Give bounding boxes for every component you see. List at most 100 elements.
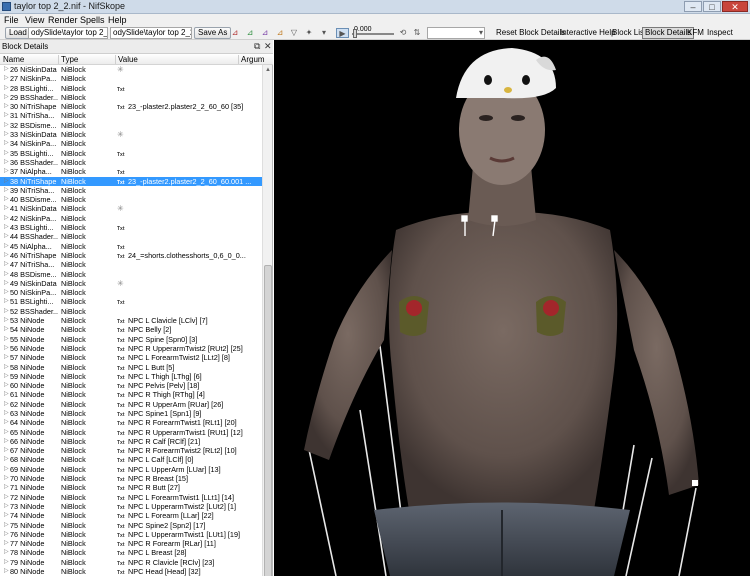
expand-arrow-icon[interactable]: ▷ [4,288,9,297]
tree-row[interactable]: ▷ 37 NiAlpha... NiBlock Txt [0,167,262,176]
expand-arrow-icon[interactable]: ▷ [4,521,9,530]
tree-row[interactable]: ▷ 52 BSShader... NiBlock [0,307,262,316]
expand-arrow-icon[interactable]: ▷ [4,149,9,158]
tree-row[interactable]: ▷ 57 NiNode NiBlock Txt NPC L ForearmTwist2 … [0,353,262,362]
expand-arrow-icon[interactable]: ▷ [4,465,9,474]
expand-arrow-icon[interactable]: ▷ [4,493,9,502]
expand-arrow-icon[interactable]: ▷ [4,214,9,223]
expand-arrow-icon[interactable]: ▷ [4,260,9,269]
tree-row[interactable]: ▷ 74 NiNode NiBlock Txt NPC L Forearm [LLar]… [0,511,262,520]
tree-row[interactable]: ▷ 47 NiTriSha... NiBlock [0,260,262,269]
tree-row[interactable]: ▷ 40 BSDisme... NiBlock [0,195,262,204]
chevron-down-icon[interactable]: ▾ [476,28,486,38]
time-slider-thumb[interactable] [353,29,357,38]
tree-row[interactable]: ▷ 67 NiNode NiBlock Txt NPC R ForearmTwist2 … [0,446,262,455]
tree-row[interactable]: ▷ 70 NiNode NiBlock Txt NPC R Breast [15] [0,474,262,483]
expand-arrow-icon[interactable]: ▷ [4,502,9,511]
tree-row[interactable]: ▷ 59 NiNode NiBlock Txt NPC L Thigh [LThg] [… [0,372,262,381]
render-viewport[interactable] [274,40,750,576]
expand-arrow-icon[interactable]: ▷ [4,177,9,186]
minimize-button[interactable]: ‒ [684,1,702,12]
zoom-tool-icon[interactable]: ⊿ [245,28,255,38]
expand-arrow-icon[interactable]: ▷ [4,428,9,437]
expand-arrow-icon[interactable]: ▷ [4,409,9,418]
save-as-button[interactable]: Save As [194,27,232,39]
expand-arrow-icon[interactable]: ▷ [4,297,9,306]
expand-arrow-icon[interactable]: ▷ [4,251,9,260]
tree-row[interactable]: ▷ 53 NiNode NiBlock Txt NPC L Clavicle [LClv… [0,316,262,325]
tree-row[interactable]: ▷ 49 NiSkinData NiBlock ✳ [0,279,262,288]
expand-arrow-icon[interactable]: ▷ [4,204,9,213]
tree-row[interactable]: ▷ 62 NiNode NiBlock Txt NPC R UpperArm [RUar… [0,400,262,409]
interactive-help-button[interactable]: Interactive Help [558,27,618,39]
tree-row[interactable]: ▷ 79 NiNode NiBlock Txt NPC R Clavicle [RClv… [0,558,262,567]
maximize-button[interactable]: □ [703,1,721,12]
close-panel-icon[interactable]: ✕ [264,41,272,52]
expand-arrow-icon[interactable]: ▷ [4,325,9,334]
column-type[interactable]: Type [61,54,78,65]
tree-row[interactable]: ▷ 41 NiSkinData NiBlock ✳ [0,204,262,213]
tree-row[interactable]: ▷ 46 NiTriShape NiBlock Txt 24_=shorts.cloth… [0,251,262,260]
expand-arrow-icon[interactable]: ▷ [4,186,9,195]
expand-arrow-icon[interactable]: ▷ [4,121,9,130]
tree-row[interactable]: ▷ 30 NiTriShape NiBlock Txt 23_-plaster2.pla… [0,102,262,111]
tree-row[interactable]: ▷ 54 NiNode NiBlock Txt NPC Belly [2] [0,325,262,334]
expand-arrow-icon[interactable]: ▷ [4,130,9,139]
view-front-icon[interactable]: ▽ [289,28,299,38]
expand-arrow-icon[interactable]: ▷ [4,232,9,241]
tree-row[interactable]: ▷ 65 NiNode NiBlock Txt NPC R UpperarmTwist1… [0,428,262,437]
tree-row[interactable]: ▷ 58 NiNode NiBlock Txt NPC L Butt [5] [0,363,262,372]
expand-arrow-icon[interactable]: ▷ [4,530,9,539]
scroll-up-icon[interactable]: ▲ [263,65,273,75]
view-side-icon[interactable]: ✦ [304,28,314,38]
expand-arrow-icon[interactable]: ▷ [4,353,9,362]
tree-row[interactable]: ▷ 28 BSLighti... NiBlock Txt [0,84,262,93]
menu-spells[interactable]: Spells [80,14,105,26]
tree-row[interactable]: ▷ 32 BSDisme... NiBlock [0,121,262,130]
play-icon[interactable]: ▶ [336,28,349,38]
kfm-button[interactable]: KFM [685,27,706,39]
load-button[interactable]: Load [5,27,31,39]
scrollbar-thumb[interactable] [264,265,272,576]
vertical-scrollbar[interactable]: ▲ ▼ [262,65,272,576]
expand-arrow-icon[interactable]: ▷ [4,158,9,167]
tree-row[interactable]: ▷ 42 NiSkinPa... NiBlock [0,214,262,223]
tree-row[interactable]: ▷ 33 NiSkinData NiBlock ✳ [0,130,262,139]
expand-arrow-icon[interactable]: ▷ [4,93,9,102]
menu-render[interactable]: Render [48,14,78,26]
tree-row[interactable]: ▷ 48 BSDisme... NiBlock [0,270,262,279]
tree-row[interactable]: ▷ 72 NiNode NiBlock Txt NPC L ForearmTwist1 … [0,493,262,502]
expand-arrow-icon[interactable]: ▷ [4,437,9,446]
tree-row[interactable]: ▷ 26 NiSkinData NiBlock ✳ [0,65,262,74]
expand-arrow-icon[interactable]: ▷ [4,223,9,232]
reset-block-details-button[interactable]: Reset Block Details [494,27,567,39]
expand-arrow-icon[interactable]: ▷ [4,390,9,399]
view-user-icon[interactable]: ▾ [319,28,329,38]
expand-arrow-icon[interactable]: ▷ [4,446,9,455]
expand-arrow-icon[interactable]: ▷ [4,344,9,353]
expand-arrow-icon[interactable]: ▷ [4,307,9,316]
tree-row[interactable]: ▷ 43 BSLighti... NiBlock Txt [0,223,262,232]
inspect-button[interactable]: Inspect [705,27,735,39]
expand-arrow-icon[interactable]: ▷ [4,167,9,176]
expand-arrow-icon[interactable]: ▷ [4,65,9,74]
menu-view[interactable]: View [25,14,44,26]
rotate-tool-icon[interactable]: ⊿ [260,28,270,38]
expand-arrow-icon[interactable]: ▷ [4,381,9,390]
tree-row[interactable]: ▷ 31 NiTriSha... NiBlock [0,111,262,120]
expand-arrow-icon[interactable]: ▷ [4,111,9,120]
expand-arrow-icon[interactable]: ▷ [4,372,9,381]
tree-row[interactable]: ▷ 44 BSShader... NiBlock [0,232,262,241]
expand-arrow-icon[interactable]: ▷ [4,567,9,576]
expand-arrow-icon[interactable]: ▷ [4,270,9,279]
tree-row[interactable]: ▷ 35 BSLighti... NiBlock Txt [0,149,262,158]
tree-row[interactable]: ▷ 45 NiAlpha... NiBlock Txt [0,242,262,251]
select-tool-icon[interactable]: ⊿ [230,28,240,38]
tree-row[interactable]: ▷ 66 NiNode NiBlock Txt NPC R Calf [RClf] [2… [0,437,262,446]
tree-row[interactable]: ▷ 76 NiNode NiBlock Txt NPC L UpperarmTwist1… [0,530,262,539]
expand-arrow-icon[interactable]: ▷ [4,474,9,483]
tree-row[interactable]: ▷ 55 NiNode NiBlock Txt NPC Spine [Spn0] [3] [0,335,262,344]
switch-icon[interactable]: ⇅ [412,28,422,38]
tree-row[interactable]: ▷ 80 NiNode NiBlock Txt NPC Head [Head] [32] [0,567,262,576]
expand-arrow-icon[interactable]: ▷ [4,242,9,251]
